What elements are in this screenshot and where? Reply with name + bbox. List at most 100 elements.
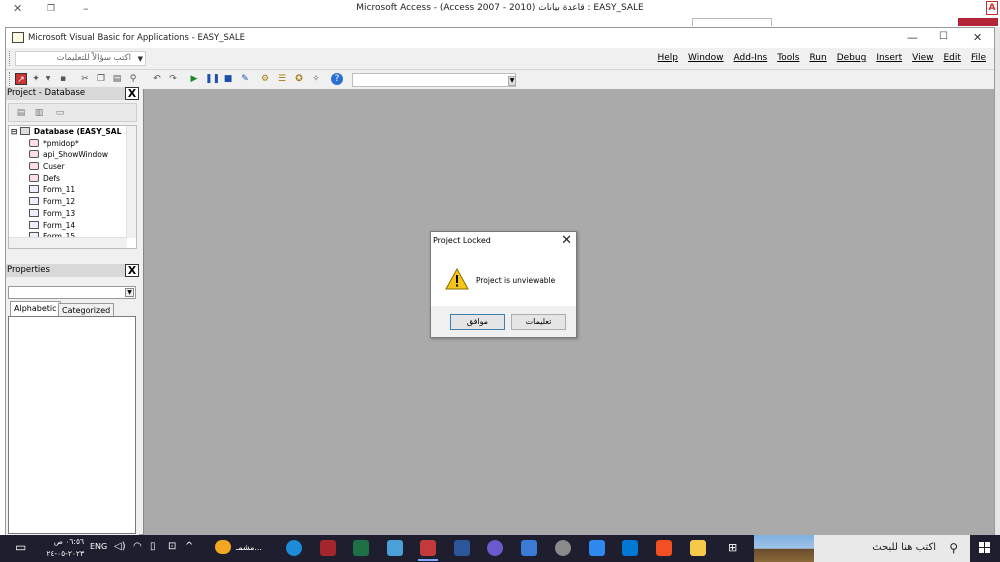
redo-icon[interactable]: ↷: [167, 73, 179, 85]
tree-item[interactable]: Cuser: [9, 161, 136, 173]
close-icon[interactable]: X: [125, 87, 139, 100]
windows-icon: [979, 542, 990, 553]
menu-add-ins[interactable]: Add-Ins: [734, 53, 768, 63]
mail-icon[interactable]: [622, 540, 638, 556]
wifi-icon[interactable]: ◠: [133, 541, 142, 552]
object-selector[interactable]: ▼: [8, 286, 136, 299]
menu-edit[interactable]: Edit: [944, 53, 961, 63]
copy-icon[interactable]: ❐: [95, 73, 107, 85]
task-view-icon[interactable]: ⊞: [728, 541, 737, 554]
app-icon[interactable]: [589, 540, 605, 556]
chevron-up-icon[interactable]: ^: [185, 541, 193, 552]
start-button[interactable]: [970, 535, 1000, 562]
menu-insert[interactable]: Insert: [876, 53, 902, 63]
project-explorer-icon[interactable]: ⚙: [259, 73, 271, 85]
access-window-title: Microsoft Access - (Access 2007 - 2010) …: [356, 3, 644, 13]
store-icon[interactable]: [656, 540, 672, 556]
battery-icon[interactable]: ▯: [150, 541, 156, 552]
settings-icon[interactable]: [555, 540, 571, 556]
chevron-down-icon[interactable]: ▼: [508, 76, 516, 86]
weather-label[interactable]: مشمـ...: [236, 543, 262, 552]
standard-toolbar: ↗ ✦ ▼ ▪ ✂ ❐ ▤ ⚲ ↶ ↷ ▶ ❚❚ ■ ✎ ⚙ ☰ ✪ ✧ ? ▼: [6, 71, 994, 88]
minimize-icon[interactable]: —: [907, 31, 918, 44]
collapse-icon[interactable]: ⊟: [11, 127, 17, 136]
clock-time[interactable]: ٠٦:٥٦ ص: [44, 537, 84, 546]
paste-icon[interactable]: ▤: [111, 73, 123, 85]
access-icon[interactable]: [320, 540, 336, 556]
insert-module-icon[interactable]: ✦: [30, 73, 42, 85]
tree-item[interactable]: api_ShowWindow: [9, 149, 136, 161]
view-object-icon[interactable]: ▥: [33, 107, 45, 119]
tab-categorized[interactable]: Categorized: [58, 303, 115, 316]
app-icon[interactable]: [521, 540, 537, 556]
properties-window-icon[interactable]: ☰: [276, 73, 288, 85]
toggle-folders-icon[interactable]: ▭: [54, 107, 66, 119]
excel-icon[interactable]: [353, 540, 369, 556]
help-button[interactable]: تعليمات: [511, 314, 566, 330]
toolbox-icon[interactable]: ✧: [310, 73, 322, 85]
find-icon[interactable]: ⚲: [127, 73, 139, 85]
weather-icon[interactable]: [215, 540, 231, 554]
properties-window: Properties X ▼ Alphabetic Categorized: [6, 264, 139, 536]
search-placeholder: اكتب هنا للبحث: [872, 542, 936, 553]
menu-tools[interactable]: Tools: [777, 53, 799, 63]
save-icon[interactable]: ▪: [57, 73, 69, 85]
taskbar-search[interactable]: اكتب هنا للبحث ⚲: [754, 535, 970, 562]
network-icon[interactable]: ⊡: [168, 541, 176, 552]
maximize-icon[interactable]: ☐: [939, 31, 948, 42]
help-icon[interactable]: ?: [331, 73, 343, 85]
chevron-down-icon[interactable]: ▼: [138, 53, 143, 66]
volume-icon[interactable]: ◁): [114, 541, 126, 552]
menu-file[interactable]: File: [971, 53, 986, 63]
pause-icon[interactable]: ❚❚: [205, 73, 220, 85]
menu-window[interactable]: Window: [688, 53, 724, 63]
notification-icon[interactable]: ▭: [15, 540, 26, 554]
close-icon[interactable]: X: [125, 264, 139, 277]
tree-item[interactable]: Form_12: [9, 196, 136, 208]
taskbar: ▭ ٠٦:٥٦ ص ٢٠٢٣-٠٥-٢٤ ENG ◁) ◠ ▯ ⊡ ^ مشمـ…: [0, 535, 1000, 562]
tree-root[interactable]: ⊟ Database (EASY_SAL: [9, 126, 136, 138]
view-access-icon[interactable]: ↗: [15, 73, 27, 85]
run-icon[interactable]: ▶: [188, 73, 200, 85]
toolbar-grip[interactable]: [9, 72, 12, 86]
menu-run[interactable]: Run: [809, 53, 826, 63]
chevron-down-icon[interactable]: ▼: [125, 288, 134, 297]
close-icon[interactable]: ✕: [973, 31, 982, 44]
file-explorer-icon[interactable]: [690, 540, 706, 556]
close-icon[interactable]: ✕: [561, 233, 572, 248]
menu-debug[interactable]: Debug: [837, 53, 867, 63]
tree-item[interactable]: Defs: [9, 173, 136, 185]
menu-bar: اكتب سؤالاً للتعليمات ▼ Help Window Add-…: [6, 48, 994, 70]
vertical-scrollbar[interactable]: [126, 126, 136, 238]
tree-item[interactable]: Form_14: [9, 220, 136, 232]
vba-window-title: Microsoft Visual Basic for Applications …: [28, 33, 245, 43]
chevron-down-icon[interactable]: ▼: [42, 73, 54, 85]
design-mode-icon[interactable]: ✎: [239, 73, 251, 85]
clock-date[interactable]: ٢٠٢٣-٠٥-٢٤: [40, 549, 84, 558]
reset-icon[interactable]: ■: [222, 73, 234, 85]
menu-view[interactable]: View: [912, 53, 933, 63]
vba-title-bar: Microsoft Visual Basic for Applications …: [6, 28, 994, 48]
toolbar-grip[interactable]: [9, 51, 12, 66]
undo-icon[interactable]: ↶: [151, 73, 163, 85]
object-browser-icon[interactable]: ✪: [293, 73, 305, 85]
app-icon[interactable]: [487, 540, 503, 556]
tree-item[interactable]: Form_11: [9, 184, 136, 196]
access-title-bar: ✕ ❐ – Microsoft Access - (Access 2007 - …: [0, 0, 1000, 26]
app-icon[interactable]: [387, 540, 403, 556]
access-logo-icon: A: [986, 1, 998, 15]
ok-button[interactable]: موافق: [450, 314, 505, 330]
project-explorer-toolbar: ▤ ▥ ▭: [8, 103, 137, 122]
language-indicator[interactable]: ENG: [90, 542, 107, 551]
word-icon[interactable]: [454, 540, 470, 556]
menu-help[interactable]: Help: [658, 53, 679, 63]
view-code-icon[interactable]: ▤: [15, 107, 27, 119]
tree-item[interactable]: *pmidop*: [9, 138, 136, 150]
cut-icon[interactable]: ✂: [79, 73, 91, 85]
vba-taskbar-icon[interactable]: [420, 540, 436, 556]
edge-icon[interactable]: [286, 540, 302, 556]
horizontal-scrollbar[interactable]: [9, 237, 127, 248]
ask-question-box[interactable]: اكتب سؤالاً للتعليمات ▼: [15, 51, 146, 66]
tree-item[interactable]: Form_13: [9, 208, 136, 220]
tab-alphabetic[interactable]: Alphabetic: [10, 301, 61, 316]
